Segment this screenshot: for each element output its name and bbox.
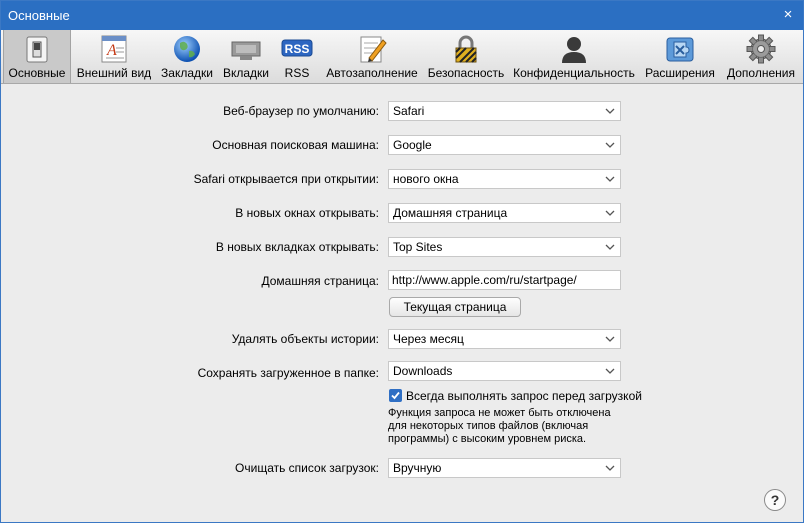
safari-opens-select[interactable]: нового окна <box>388 169 621 189</box>
chevron-down-icon <box>605 465 615 471</box>
tab-advanced[interactable]: Дополнения <box>723 30 799 83</box>
safari-opens-label: Safari открывается при открытии: <box>193 172 379 186</box>
homepage-input[interactable]: http://www.apple.com/ru/startpage/ <box>388 270 621 290</box>
tab-general-label: Основные <box>8 66 66 80</box>
help-button[interactable]: ? <box>764 489 786 511</box>
tab-bookmarks[interactable]: Закладки <box>158 30 216 83</box>
safari-opens-value: нового окна <box>393 172 459 186</box>
chevron-down-icon <box>605 142 615 148</box>
tab-extensions-label: Расширения <box>645 66 715 80</box>
downloads-folder-label: Сохранять загруженное в папке: <box>197 366 379 380</box>
preferences-toolbar: Основные A Внешний вид Закладки Вкладки … <box>1 30 803 84</box>
lock-icon <box>455 35 477 63</box>
homepage-label: Домашняя страница: <box>261 274 380 288</box>
puzzle-icon <box>666 37 694 62</box>
clear-downloads-label: Очищать список загрузок: <box>235 461 379 475</box>
chevron-down-icon <box>605 244 615 250</box>
always-ask-checkbox[interactable] <box>389 389 402 402</box>
window-title: Основные <box>8 8 70 23</box>
new-tabs-value: Top Sites <box>393 240 443 254</box>
remove-history-label: Удалять объекты истории: <box>231 332 379 346</box>
note-line: для некоторых типов файлов (включая <box>388 420 589 432</box>
font-icon: A <box>101 35 127 63</box>
pencil-icon <box>360 36 387 63</box>
default-browser-label: Веб-браузер по умолчанию: <box>223 104 379 118</box>
tab-tabs[interactable]: Вкладки <box>219 30 273 83</box>
globe-icon <box>174 36 200 62</box>
tab-advanced-label: Дополнения <box>727 66 795 80</box>
tab-appearance[interactable]: A Внешний вид <box>73 30 155 83</box>
svg-text:A: A <box>106 42 117 59</box>
note-line: программы) с высоким уровнем риска. <box>388 433 587 445</box>
new-windows-select[interactable]: Домашняя страница <box>388 203 621 223</box>
chevron-down-icon <box>605 108 615 114</box>
switch-icon <box>26 36 48 63</box>
tab-bookmarks-label: Закладки <box>161 66 213 80</box>
tab-privacy[interactable]: Конфиденциальность <box>512 30 636 83</box>
tab-rss[interactable]: RSS RSS <box>276 30 318 83</box>
new-tabs-select[interactable]: Top Sites <box>388 237 621 257</box>
new-windows-value: Домашняя страница <box>393 206 508 220</box>
tab-rss-label: RSS <box>284 66 310 80</box>
tab-appearance-label: Внешний вид <box>76 66 152 80</box>
title-bar: Основные × <box>1 1 803 30</box>
person-icon <box>562 37 586 63</box>
default-browser-value: Safari <box>393 104 425 118</box>
search-engine-label: Основная поисковая машина: <box>212 138 379 152</box>
tab-security-label: Безопасность <box>427 66 505 80</box>
gear-icon <box>746 34 776 64</box>
close-icon[interactable]: × <box>777 5 799 25</box>
tab-autofill-label: Автозаполнение <box>326 66 418 80</box>
always-ask-label[interactable]: Всегда выполнять запрос перед загрузкой <box>406 389 642 403</box>
new-tabs-label: В новых вкладках открывать: <box>215 240 379 254</box>
tab-security[interactable]: Безопасность <box>425 30 507 83</box>
search-engine-select[interactable]: Google <box>388 135 621 155</box>
tab-tabs-label: Вкладки <box>222 66 270 80</box>
tab-extensions[interactable]: Расширения <box>641 30 719 83</box>
preferences-window: Основные × Основные A Внешний вид Заклад… <box>0 0 804 523</box>
chevron-down-icon <box>605 210 615 216</box>
remove-history-select[interactable]: Через месяц <box>388 329 621 349</box>
chevron-down-icon <box>605 336 615 342</box>
note-line: Функция запроса не может быть отключена <box>388 407 611 419</box>
download-warning-note: Функция запроса не может быть отключена … <box>388 407 648 446</box>
downloads-folder-select[interactable]: Downloads <box>388 361 621 381</box>
chevron-down-icon <box>605 368 615 374</box>
current-page-button[interactable]: Текущая страница <box>389 297 521 317</box>
chevron-down-icon <box>605 176 615 182</box>
tab-privacy-label: Конфиденциальность <box>513 66 635 80</box>
clear-downloads-select[interactable]: Вручную <box>388 458 621 478</box>
general-settings-panel: Веб-браузер по умолчанию: Safari Основна… <box>1 84 803 522</box>
downloads-folder-value: Downloads <box>393 364 453 378</box>
default-browser-select[interactable]: Safari <box>388 101 621 121</box>
svg-text:RSS: RSS <box>285 42 310 56</box>
rss-icon: RSS <box>281 39 313 57</box>
tabs-icon <box>231 41 261 60</box>
tab-general[interactable]: Основные <box>3 30 71 83</box>
tab-autofill[interactable]: Автозаполнение <box>323 30 421 83</box>
clear-downloads-value: Вручную <box>393 461 442 475</box>
new-windows-label: В новых окнах открывать: <box>235 206 379 220</box>
checkmark-icon <box>391 391 400 400</box>
remove-history-value: Через месяц <box>393 332 464 346</box>
search-engine-value: Google <box>393 138 432 152</box>
